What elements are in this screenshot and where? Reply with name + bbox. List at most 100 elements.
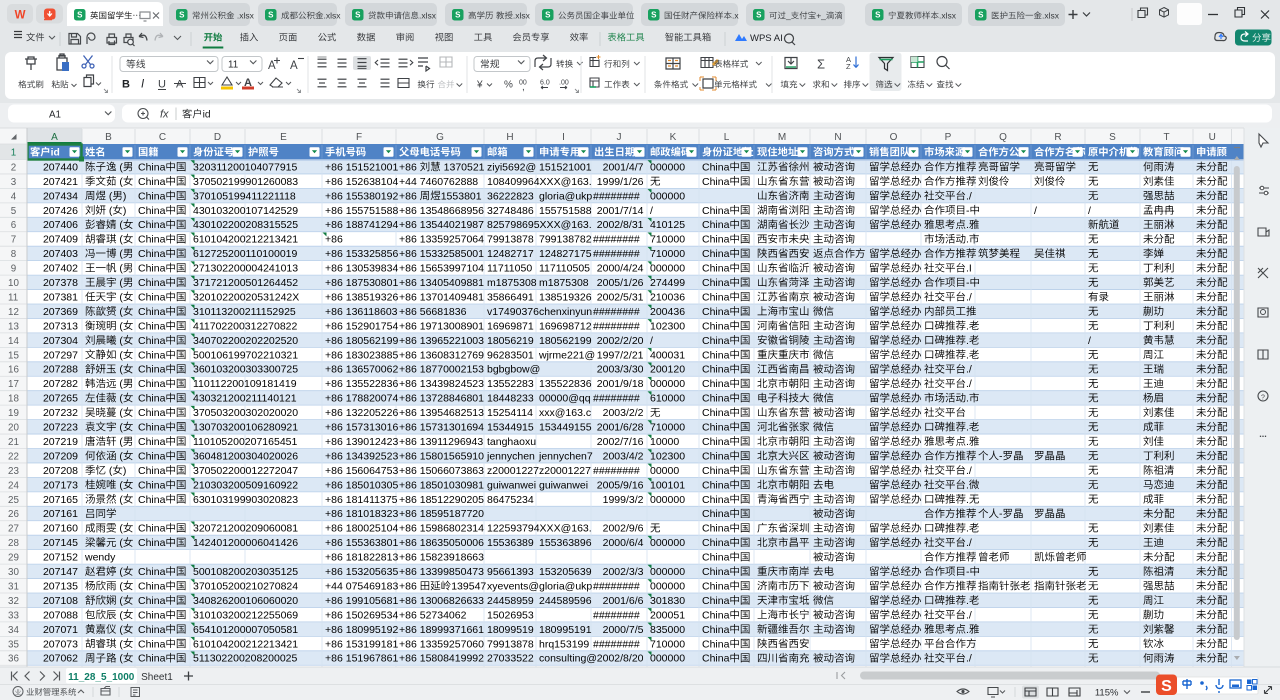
svg-text:207403: 207403 [43, 248, 78, 260]
svg-text:+86 15808419992: +86 15808419992 [399, 653, 484, 665]
svg-text:tanghaoxu: tanghaoxu [487, 436, 536, 448]
svg-text:207421: 207421 [43, 176, 78, 188]
svg-text:########: ######## [593, 465, 640, 477]
svg-text:32: 32 [8, 596, 19, 607]
svg-text:2002/8/31: 2002/8/31 [597, 219, 644, 231]
svg-text:./: ./ [966, 378, 972, 390]
svg-text:S: S [268, 11, 274, 20]
svg-text:China: China [138, 653, 166, 665]
svg-text:J: J [617, 132, 622, 143]
svg-text:35866491: 35866491 [487, 291, 534, 303]
svg-text:China: China [702, 205, 730, 217]
svg-text:China: China [702, 552, 730, 564]
svg-text:27: 27 [8, 524, 19, 535]
svg-text:+86 156064753: +86 156064753 [325, 465, 398, 477]
svg-text:China: China [138, 277, 166, 289]
svg-text:%: % [504, 80, 513, 91]
svg-text:000000: 000000 [650, 537, 685, 549]
svg-text:.: . [966, 234, 969, 246]
svg-text:20: 20 [8, 423, 19, 434]
svg-text:China: China [138, 161, 166, 173]
svg-text:+86 13006826633: +86 13006826633 [399, 595, 484, 607]
svg-text:+86 18512290205: +86 18512290205 [399, 494, 484, 506]
svg-text:(: ( [117, 263, 124, 275]
svg-text:A: A [51, 132, 58, 143]
svg-text:2001/9/18: 2001/9/18 [597, 378, 644, 390]
svg-text:835000: 835000 [650, 624, 685, 636]
svg-text:(: ( [117, 624, 124, 636]
svg-text:########: ######## [593, 306, 640, 318]
svg-text:19: 19 [8, 408, 19, 419]
svg-text:+86 135522836: +86 135522836 [325, 378, 398, 390]
svg-text:207145: 207145 [43, 537, 78, 549]
svg-text:./: ./ [966, 653, 972, 665]
svg-text:1370521: 1370521 [441, 161, 485, 173]
svg-text:+86 181411375: +86 181411375 [325, 494, 398, 506]
svg-text:207313: 207313 [43, 320, 78, 332]
svg-text:(: ( [117, 566, 124, 578]
svg-text:...: ... [1259, 429, 1267, 439]
svg-text:guiwanwei: guiwanwei [487, 479, 536, 491]
svg-text:./: ./ [966, 190, 972, 202]
svg-text:China: China [702, 523, 730, 535]
svg-text:+86 134392523: +86 134392523 [325, 450, 398, 462]
svg-text:N: N [834, 132, 841, 143]
svg-text:_: _ [785, 11, 791, 21]
svg-text:130703200106280921: 130703200106280921 [193, 422, 298, 434]
svg-text:180562199: 180562199 [539, 335, 592, 347]
svg-text:2001/7/14: 2001/7/14 [597, 205, 644, 217]
svg-text:S: S [1109, 132, 1116, 143]
svg-text:China: China [138, 638, 166, 650]
svg-text:.xlsx: .xlsx [1042, 11, 1060, 21]
svg-text:+86 13965221003: +86 13965221003 [399, 335, 484, 347]
svg-text:9: 9 [11, 264, 16, 275]
svg-text:+86 151521001: +86 151521001 [325, 161, 398, 173]
svg-text:+86 19713008901: +86 19713008901 [399, 320, 484, 332]
svg-text:S: S [756, 11, 762, 20]
svg-text:(: ( [117, 378, 124, 390]
svg-text:+86 18999371661: +86 18999371661 [399, 624, 484, 636]
svg-text:M: M [778, 132, 786, 143]
svg-text:+86 155380192: +86 155380192 [325, 190, 398, 202]
svg-text:China: China [138, 566, 166, 578]
svg-text:(: ( [117, 277, 124, 289]
svg-text:(: ( [117, 248, 124, 260]
svg-text:370503200302020020: 370503200302020020 [193, 407, 298, 419]
svg-text:102300: 102300 [650, 450, 685, 462]
svg-text:274499: 274499 [650, 277, 685, 289]
svg-text:825798695XXX@163.: 825798695XXX@163. [487, 219, 592, 231]
svg-text:2002/9/6: 2002/9/6 [603, 523, 644, 535]
svg-text:S: S [651, 11, 657, 20]
svg-text:00000: 00000 [650, 465, 679, 477]
svg-text:China: China [702, 335, 730, 347]
svg-text:(: ( [117, 523, 124, 535]
svg-text:China: China [138, 364, 166, 376]
svg-text:(: ( [117, 335, 124, 347]
svg-text:430321200211140121: 430321200211140121 [193, 393, 297, 405]
svg-text:102300: 102300 [650, 320, 685, 332]
svg-text:207304: 207304 [43, 335, 78, 347]
svg-text:########: ######## [593, 190, 640, 202]
svg-text:370502200012272047: 370502200012272047 [193, 465, 298, 477]
svg-text:+86 15823918663: +86 15823918663 [399, 552, 484, 564]
svg-text:+86: +86 [399, 580, 420, 592]
svg-text:########: ######## [593, 320, 640, 332]
svg-text:411702200312270822: 411702200312270822 [193, 320, 297, 332]
svg-text:.: . [966, 393, 969, 405]
svg-text:China: China [702, 450, 730, 462]
svg-text:2003/4/2: 2003/4/2 [603, 450, 644, 462]
svg-text:+44 075469183: +44 075469183 [325, 580, 398, 592]
svg-text:(: ( [117, 161, 124, 173]
svg-text:207135: 207135 [43, 580, 78, 592]
svg-text:400031: 400031 [650, 349, 685, 361]
svg-text:E: E [280, 132, 287, 143]
svg-text:(: ( [117, 479, 124, 491]
svg-text:+86 180995192: +86 180995192 [325, 624, 398, 636]
svg-text:2002/3/3: 2002/3/3 [603, 566, 644, 578]
svg-text:China: China [138, 393, 166, 405]
svg-text:110105200207165451: 110105200207165451 [193, 436, 297, 448]
svg-text:000000: 000000 [650, 566, 685, 578]
svg-text:Σ: Σ [817, 57, 825, 72]
svg-text:155363896: 155363896 [539, 537, 592, 549]
svg-text:+86 15801565910: +86 15801565910 [399, 450, 484, 462]
